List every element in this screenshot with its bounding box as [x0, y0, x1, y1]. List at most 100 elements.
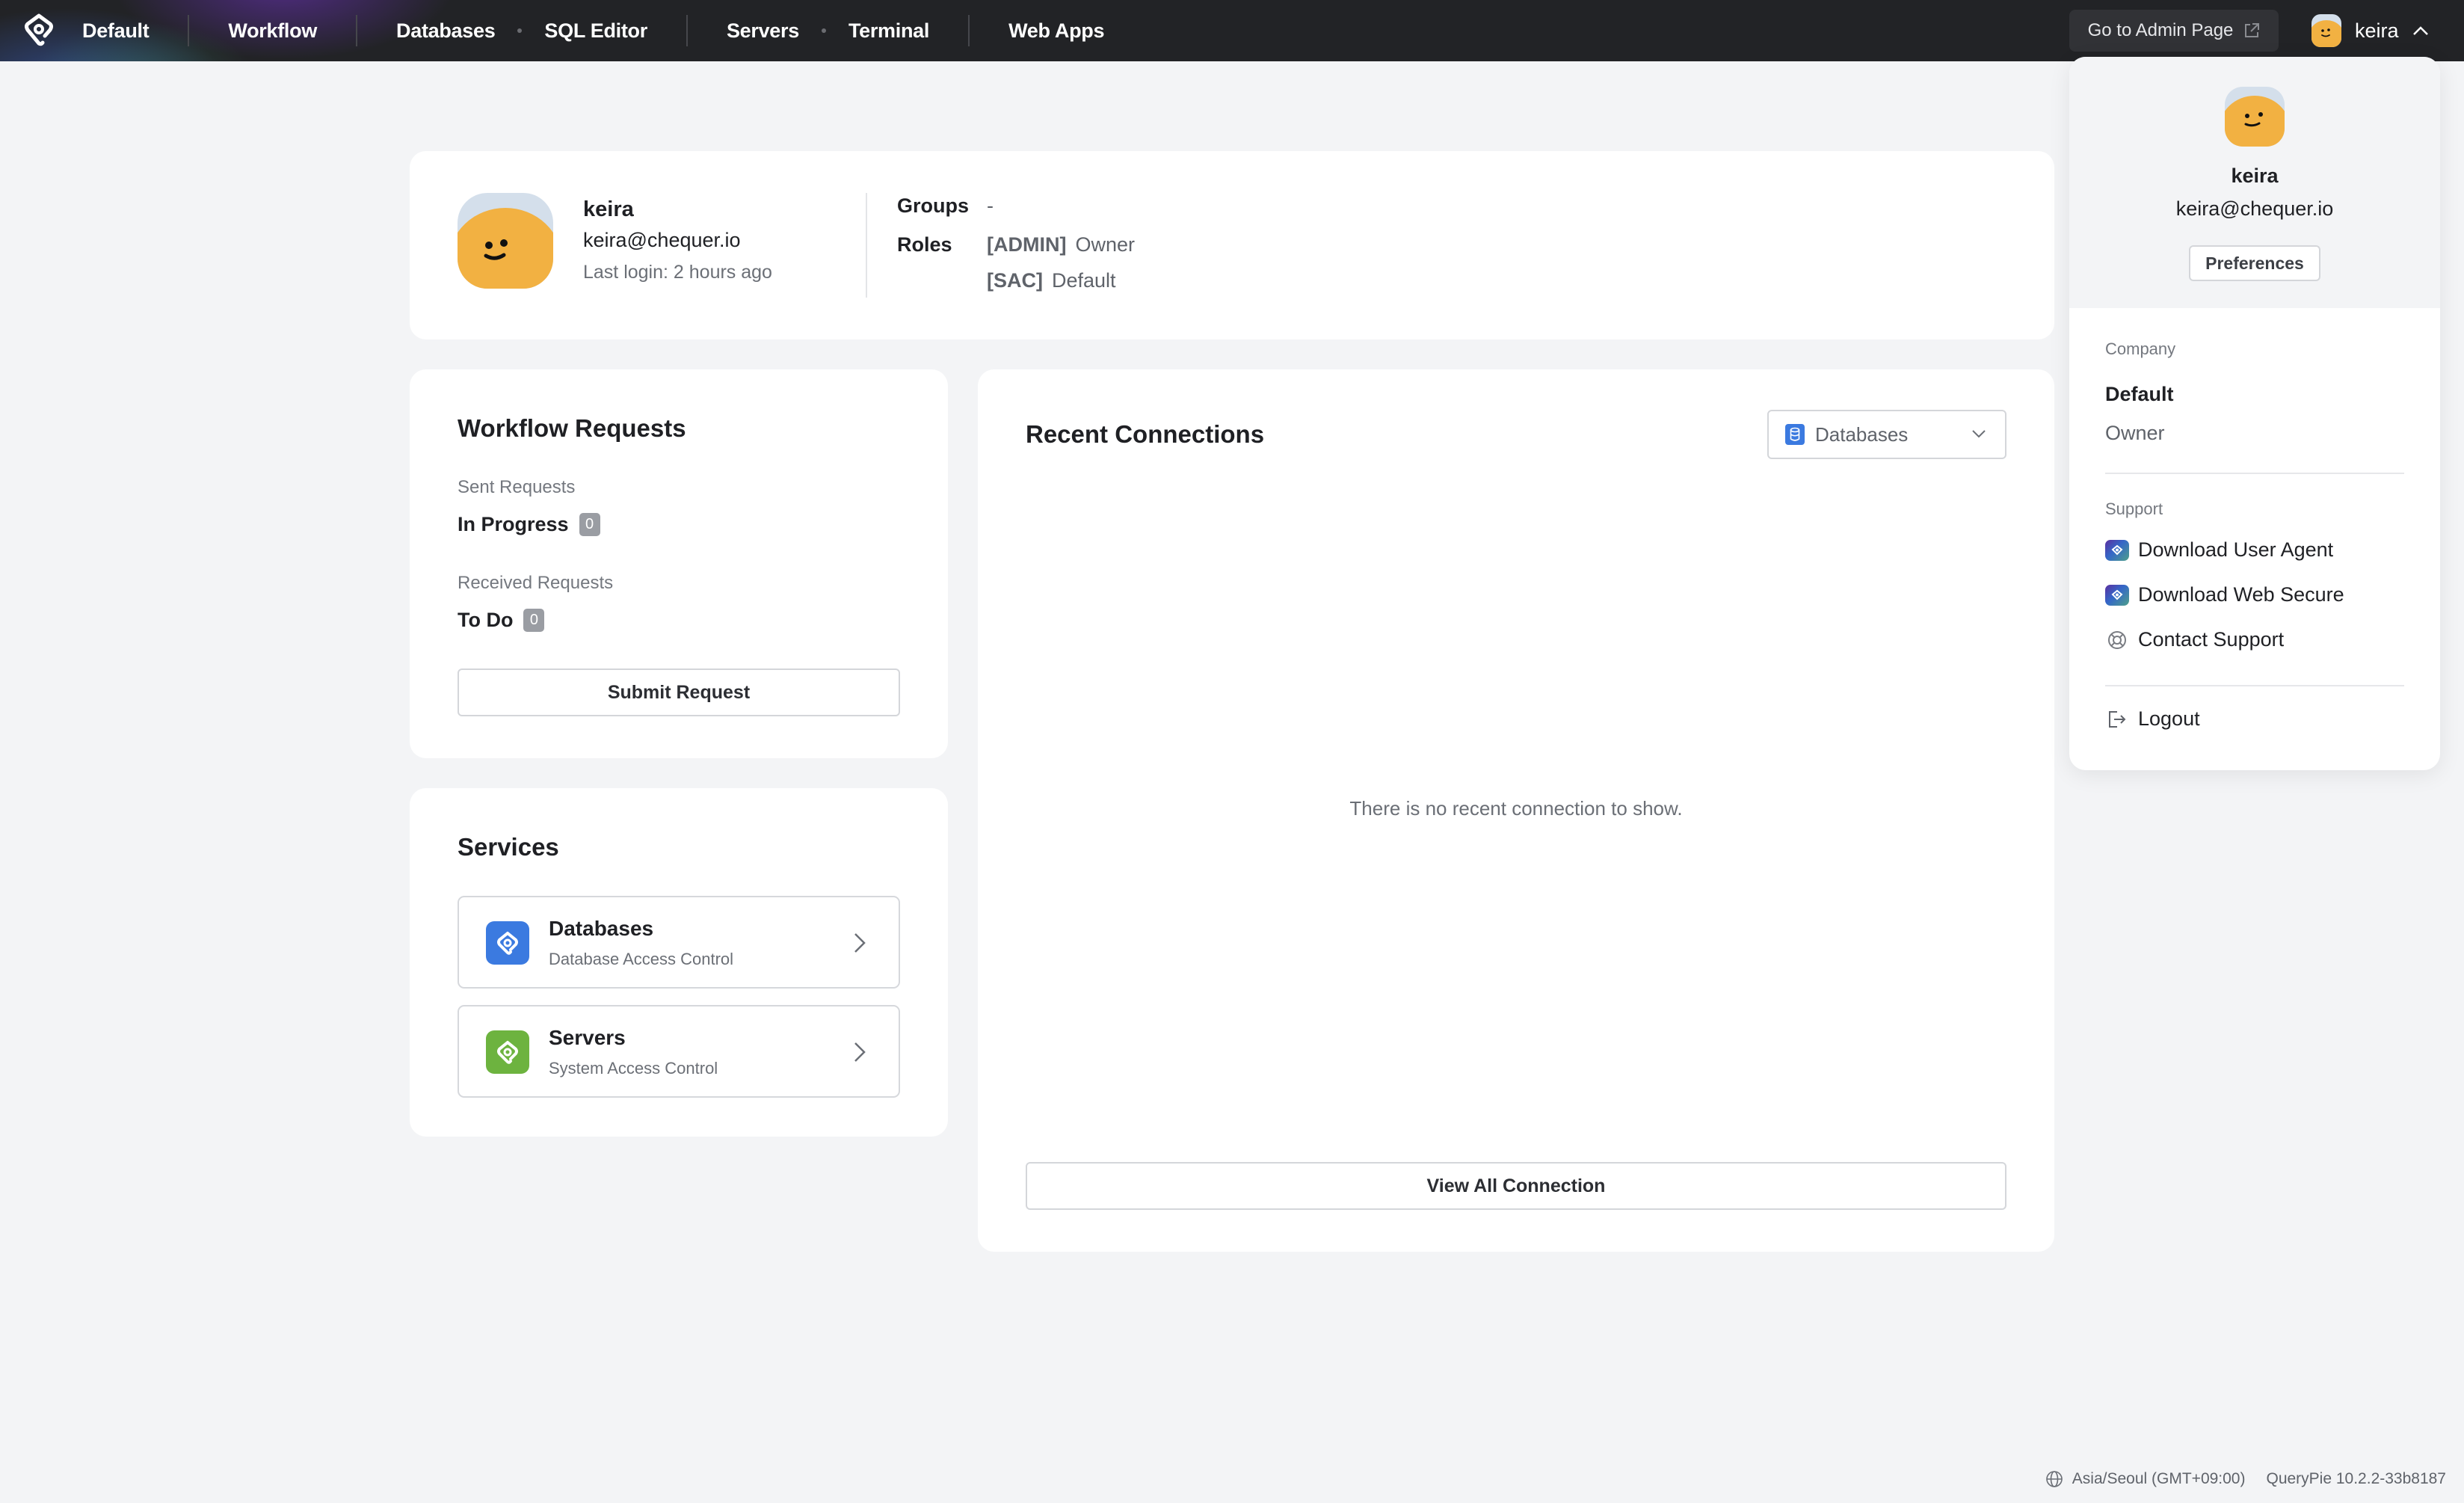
groups-value: -: [987, 194, 994, 217]
username-label: keira: [2355, 19, 2399, 42]
services-card: Services Databases Database Access Contr…: [410, 788, 948, 1137]
to-do-label: To Do: [458, 609, 514, 631]
service-name: Databases: [549, 917, 654, 940]
globe-icon: [2045, 1471, 2063, 1487]
admin-button-label: Go to Admin Page: [2087, 20, 2234, 40]
service-description: Database Access Control: [549, 950, 734, 968]
preferences-button[interactable]: Preferences: [2189, 245, 2320, 281]
service-databases[interactable]: Databases Database Access Control: [458, 896, 900, 989]
roles-row-2: [SAC] Default: [897, 269, 1116, 292]
nav-databases[interactable]: Databases: [396, 19, 496, 43]
menu-divider: [2105, 473, 2404, 474]
user-menu-toggle[interactable]: keira: [2311, 13, 2429, 48]
company-section-label: Company: [2105, 339, 2176, 358]
in-progress-label: In Progress: [458, 513, 569, 535]
recent-connections-title: Recent Connections: [1026, 420, 1265, 448]
timezone[interactable]: Asia/Seoul (GMT+09:00): [2045, 1470, 2246, 1488]
empty-state-message: There is no recent connection to show.: [1349, 797, 1683, 820]
role-tag: [SAC]: [987, 269, 1043, 292]
user-avatar-icon: [2311, 14, 2341, 47]
select-value: Databases: [1815, 422, 1909, 446]
profile-divider: [866, 193, 867, 298]
profile-card: keira keira@chequer.io Last login: 2 hou…: [410, 151, 2054, 339]
role-name: Owner: [1075, 233, 1136, 256]
profile-email: keira@chequer.io: [583, 229, 741, 251]
view-all-connection-button[interactable]: View All Connection: [1026, 1162, 2006, 1210]
profile-name: keira: [583, 197, 634, 221]
menu-email: keira@chequer.io: [2175, 197, 2334, 220]
user-menu-header: keira keira@chequer.io Preferences: [2069, 57, 2440, 308]
nav-divider: [686, 15, 688, 46]
main-nav: Default Workflow Databases SQL Editor Se…: [82, 0, 1104, 61]
nav-workspace-default[interactable]: Default: [82, 19, 150, 43]
download-web-secure-item[interactable]: Download Web Secure: [2105, 583, 2344, 606]
menu-divider: [2105, 685, 2404, 686]
role-name: Default: [1052, 269, 1116, 292]
querypie-web-secure-icon: [2105, 584, 2129, 606]
roles-label-spacer: [897, 269, 987, 292]
sent-requests-label: Sent Requests: [458, 477, 576, 497]
logout-icon: [2105, 709, 2129, 730]
version-label: QueryPie 10.2.2-33b8187: [2266, 1470, 2446, 1487]
nav-dot-separator: [821, 28, 826, 33]
querypie-agent-icon: [2105, 539, 2129, 561]
role-tag: [ADMIN]: [987, 233, 1067, 256]
count-badge: 0: [523, 609, 545, 632]
count-badge: 0: [579, 513, 600, 536]
chevron-right-icon: [854, 933, 866, 953]
nav-dot-separator: [517, 28, 523, 33]
company-name[interactable]: Default: [2105, 383, 2174, 406]
databases-service-icon: [486, 921, 529, 965]
external-link-icon: [2245, 23, 2260, 37]
support-section-label: Support: [2105, 500, 2163, 518]
nav-sql-editor[interactable]: SQL Editor: [544, 19, 647, 43]
service-servers[interactable]: Servers System Access Control: [458, 1005, 900, 1098]
workflow-requests-card: Workflow Requests Sent Requests In Progr…: [410, 369, 948, 758]
groups-label: Groups: [897, 194, 970, 217]
sent-in-progress[interactable]: In Progress 0: [458, 513, 600, 536]
querypie-logo-icon[interactable]: [22, 13, 55, 46]
received-requests-label: Received Requests: [458, 573, 614, 593]
top-navigation-bar: Default Workflow Databases SQL Editor Se…: [0, 0, 2464, 61]
nav-divider: [188, 15, 190, 46]
recent-connections-card: Recent Connections Databases There is no…: [978, 369, 2054, 1252]
logout-item[interactable]: Logout: [2105, 707, 2200, 731]
chevron-down-icon: [1972, 430, 1986, 438]
company-role: Owner: [2105, 422, 2165, 444]
nav-servers[interactable]: Servers: [727, 19, 799, 43]
timezone-label: Asia/Seoul (GMT+09:00): [2072, 1470, 2246, 1487]
chevron-right-icon: [854, 1042, 866, 1062]
nav-divider: [356, 15, 358, 46]
last-login: Last login: 2 hours ago: [583, 262, 772, 283]
received-to-do[interactable]: To Do 0: [458, 609, 545, 632]
footer: Asia/Seoul (GMT+09:00) QueryPie 10.2.2-3…: [2045, 1470, 2446, 1488]
database-icon: [1785, 424, 1805, 445]
menu-item-label: Download Web Secure: [2138, 583, 2344, 606]
service-description: System Access Control: [549, 1059, 718, 1078]
user-menu-avatar: [2225, 87, 2285, 147]
menu-item-label: Download User Agent: [2138, 538, 2334, 561]
chevron-up-icon: [2412, 26, 2428, 35]
nav-workflow[interactable]: Workflow: [228, 19, 317, 43]
nav-divider: [968, 15, 970, 46]
go-to-admin-page-button[interactable]: Go to Admin Page: [2069, 10, 2279, 52]
service-name: Servers: [549, 1026, 626, 1049]
nav-web-apps[interactable]: Web Apps: [1008, 19, 1104, 43]
menu-item-label: Contact Support: [2138, 628, 2285, 651]
profile-avatar: [458, 193, 553, 289]
roles-row: Roles [ADMIN] Owner: [897, 233, 1135, 256]
role-item: [SAC] Default: [987, 269, 1116, 292]
nav-terminal[interactable]: Terminal: [848, 19, 929, 43]
contact-support-item[interactable]: Contact Support: [2105, 628, 2284, 651]
roles-label: Roles: [897, 233, 952, 256]
lifebuoy-icon: [2105, 630, 2129, 651]
groups-row: Groups -: [897, 194, 994, 218]
menu-username: keira: [2231, 165, 2279, 187]
connection-type-select[interactable]: Databases: [1767, 410, 2006, 459]
download-user-agent-item[interactable]: Download User Agent: [2105, 538, 2333, 562]
servers-service-icon: [486, 1030, 529, 1074]
submit-request-button[interactable]: Submit Request: [458, 668, 900, 716]
services-title: Services: [458, 833, 559, 861]
user-dropdown-menu: keira keira@chequer.io Preferences Compa…: [2069, 57, 2440, 770]
workflow-title: Workflow Requests: [458, 414, 686, 442]
